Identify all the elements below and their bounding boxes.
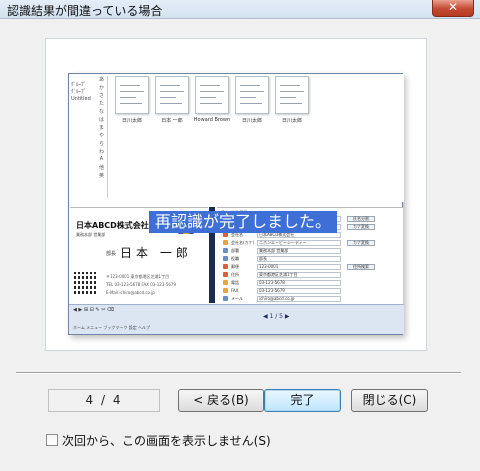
- field-label: FAX: [231, 288, 239, 293]
- divider: [16, 372, 461, 374]
- qr-code-pattern: [74, 272, 96, 294]
- card-thumbnail: [195, 76, 229, 114]
- field-icon: [223, 256, 228, 261]
- field-value: 03-123-5679: [257, 288, 341, 294]
- card-person-name: 日本 一郎: [120, 246, 192, 260]
- index-letter: さ: [98, 93, 104, 99]
- index-letter: わ: [98, 149, 104, 155]
- field-icon: [223, 248, 228, 253]
- preview-panel: ｸﾞﾙｰﾌﾟ ｸﾞﾙｰﾌﾟ Untitled あ か さ た な は ま や ら…: [45, 38, 427, 351]
- field-button: カナ変換: [347, 240, 375, 246]
- field-label: メール: [231, 296, 243, 301]
- index-letter: ら: [98, 141, 104, 147]
- card-address: 〒123-0001 東京都港区芝浦1丁目: [106, 274, 170, 279]
- card-email: E-Mail ichiro@abcd.co.jp: [106, 290, 155, 295]
- field-icon: [223, 280, 228, 285]
- title-bar: 認識結果が間違っている場合 ✕: [0, 0, 480, 19]
- preview-status-bar: ホーム メニュー ブックマーク 設定 ヘルプ: [73, 325, 150, 330]
- field-icon: [223, 288, 228, 293]
- field-icon: [223, 272, 228, 277]
- card-department: 業務本部 営業部: [76, 232, 106, 237]
- close-button[interactable]: 閉じる(C): [351, 389, 428, 412]
- page-indicator: 4 / 4: [48, 389, 160, 412]
- recognition-complete-banner: 再認識が完了しました。: [149, 211, 338, 233]
- field-value: ichiro@abcd.co.jp: [257, 296, 341, 302]
- card-list-area: ｸﾞﾙｰﾌﾟ ｸﾞﾙｰﾌﾟ Untitled あ か さ た な は ま や ら…: [69, 74, 404, 202]
- field-value: 123-0001: [257, 264, 341, 270]
- field-button: 住所検索: [347, 264, 375, 270]
- field-value: ニホンエービーシーディー: [257, 240, 341, 246]
- form-row: 会社名(カナ) ニホンエービーシーディー カナ変換: [223, 240, 399, 246]
- close-window-button[interactable]: ✕: [432, 0, 474, 17]
- field-icon: [223, 264, 228, 269]
- card-company: 日本ABCD株式会社: [76, 221, 149, 230]
- card-title: 部長: [106, 251, 117, 257]
- field-button: カナ変換: [347, 224, 375, 230]
- index-letter: は: [98, 117, 104, 123]
- form-row: 役職 部長: [223, 256, 399, 262]
- form-row: 郵便 123-0001 住所検索: [223, 264, 399, 270]
- form-row: メール ichiro@abcd.co.jp: [223, 296, 399, 302]
- finish-button[interactable]: 完了: [264, 389, 341, 412]
- field-label: 部署: [231, 248, 239, 253]
- index-letter: 英: [98, 173, 104, 179]
- index-letters: あ か さ た な は ま や ら わ A 他 英: [96, 76, 108, 198]
- dont-show-again-checkbox[interactable]: [46, 434, 58, 446]
- field-button: 氏名分割: [347, 216, 375, 222]
- field-label: 会社名(カナ): [231, 240, 255, 245]
- index-letter: ま: [98, 125, 104, 131]
- field-label: 電話: [231, 280, 239, 285]
- field-label: 郵便: [231, 264, 239, 269]
- field-value: 東京都港区芝浦1丁目: [257, 272, 341, 278]
- index-letter: か: [98, 85, 104, 91]
- index-letter: 他: [98, 165, 104, 171]
- card-thumbnail: [115, 76, 149, 114]
- field-label: 住所: [231, 272, 239, 277]
- field-value: 部長: [257, 256, 341, 262]
- card-thumbnail: [235, 76, 269, 114]
- index-letter: A: [99, 156, 104, 162]
- preview-status-area: ◀ ▶ ⊞ ⊟ ✎ ✂ ⌫ ◀ 1 / 5 ▶ ホーム メニュー ブックマーク …: [69, 304, 404, 334]
- index-letter: た: [98, 101, 104, 107]
- field-value: 03-123-5678: [257, 280, 341, 286]
- card-thumbnail-label: 日本 一郎: [161, 118, 183, 124]
- card-thumbnail-label: 日川太郎: [281, 118, 302, 124]
- field-value: 業務本部 営業部: [257, 248, 341, 254]
- back-button[interactable]: < 戻る(B): [178, 389, 264, 412]
- card-thumbnail-label: 日川太郎: [121, 118, 142, 124]
- dont-show-again-label[interactable]: 次回から、この画面を表示しません(S): [62, 432, 271, 449]
- form-row: 電話 03-123-5678: [223, 280, 399, 286]
- group-menu: ｸﾞﾙｰﾌﾟ ｸﾞﾙｰﾌﾟ Untitled: [71, 82, 91, 103]
- group-menu-item: Untitled: [71, 96, 91, 102]
- form-row: 部署 業務本部 営業部: [223, 248, 399, 254]
- group-menu-item: ｸﾞﾙｰﾌﾟ: [71, 89, 87, 95]
- field-label: 役職: [231, 256, 239, 261]
- dialog-window: 認識結果が間違っている場合 ✕ ｸﾞﾙｰﾌﾟ ｸﾞﾙｰﾌﾟ Untitled あ…: [0, 0, 480, 471]
- card-phone: TEL 03-123-5678 FAX 03-123-5679: [106, 282, 177, 287]
- preview-screenshot: ｸﾞﾙｰﾌﾟ ｸﾞﾙｰﾌﾟ Untitled あ か さ た な は ま や ら…: [68, 73, 404, 335]
- index-letter: あ: [98, 77, 104, 83]
- group-menu-item: ｸﾞﾙｰﾌﾟ: [71, 82, 87, 88]
- card-thumbnail-label: Howard Brown: [193, 117, 231, 123]
- card-thumbnail: [155, 76, 189, 114]
- card-thumbnail-label: 日川太郎: [241, 118, 262, 124]
- form-row: 住所 東京都港区芝浦1丁目: [223, 272, 399, 278]
- field-icon: [223, 240, 228, 245]
- window-title: 認識結果が間違っている場合: [7, 4, 163, 18]
- index-letter: や: [98, 133, 104, 139]
- index-letter: な: [98, 109, 104, 115]
- card-pager: ◀ 1 / 5 ▶: [263, 313, 290, 320]
- card-toolbar: ◀ ▶ ⊞ ⊟ ✎ ✂ ⌫: [73, 307, 115, 313]
- card-thumbnail: [275, 76, 309, 114]
- field-icon: [223, 296, 228, 301]
- form-row: FAX 03-123-5679: [223, 288, 399, 294]
